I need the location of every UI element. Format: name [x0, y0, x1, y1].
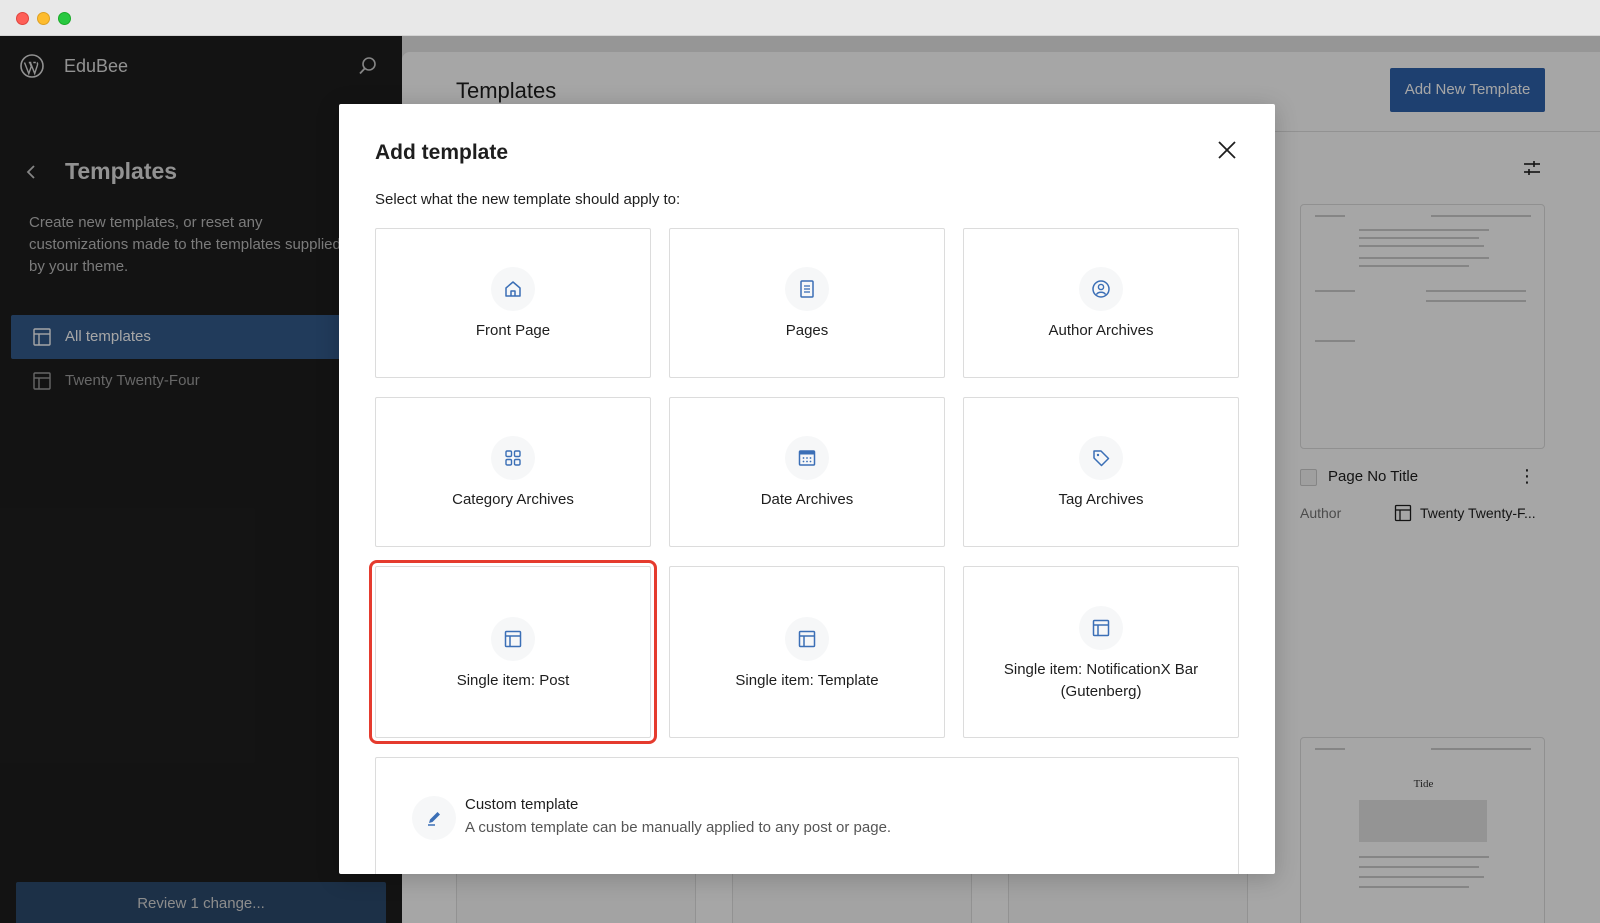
- minimize-window-button[interactable]: [37, 12, 50, 25]
- template-option-label: Pages: [785, 322, 829, 339]
- template-option-category-archives[interactable]: Category Archives: [375, 397, 651, 547]
- template-option-author-archives[interactable]: Author Archives: [963, 228, 1239, 378]
- page-icon: [785, 267, 829, 311]
- template-option-tag-archives[interactable]: Tag Archives: [963, 397, 1239, 547]
- user-icon: [1079, 267, 1123, 311]
- template-option-label: Single item: Post: [456, 672, 570, 689]
- layout-icon: [785, 617, 829, 661]
- template-option-single-template[interactable]: Single item: Template: [669, 566, 945, 738]
- template-option-label: Category Archives: [452, 491, 574, 508]
- modal-subtitle: Select what the new template should appl…: [375, 191, 681, 208]
- close-icon[interactable]: [1215, 138, 1239, 162]
- template-option-date-archives[interactable]: Date Archives: [669, 397, 945, 547]
- custom-template-title: Custom template: [465, 796, 579, 813]
- layout-icon: [1079, 606, 1123, 650]
- modal-title: Add template: [375, 141, 509, 164]
- window-titlebar: [0, 0, 1600, 36]
- zoom-window-button[interactable]: [58, 12, 71, 25]
- template-option-label: Date Archives: [760, 491, 854, 508]
- close-window-button[interactable]: [16, 12, 29, 25]
- template-option-label: Front Page: [475, 322, 551, 339]
- template-option-label: Author Archives: [1048, 322, 1154, 339]
- template-option-pages[interactable]: Pages: [669, 228, 945, 378]
- custom-template-option[interactable]: Custom template A custom template can be…: [375, 757, 1239, 874]
- template-option-label: Single item: Template: [735, 672, 879, 689]
- calendar-icon: [785, 436, 829, 480]
- template-option-label: Tag Archives: [1058, 491, 1144, 508]
- tag-icon: [1079, 436, 1123, 480]
- category-icon: [491, 436, 535, 480]
- layout-icon: [491, 617, 535, 661]
- pencil-icon: [412, 796, 456, 840]
- template-option-front-page[interactable]: Front Page: [375, 228, 651, 378]
- template-option-single-notificationx-bar[interactable]: Single item: NotificationX Bar (Gutenber…: [963, 566, 1239, 738]
- home-icon: [491, 267, 535, 311]
- custom-template-description: A custom template can be manually applie…: [465, 819, 892, 836]
- add-template-modal: Add template Select what the new templat…: [339, 104, 1275, 874]
- template-option-label: Single item: NotificationX Bar (Gutenber…: [1003, 661, 1199, 700]
- template-option-single-post[interactable]: Single item: Post: [369, 560, 657, 744]
